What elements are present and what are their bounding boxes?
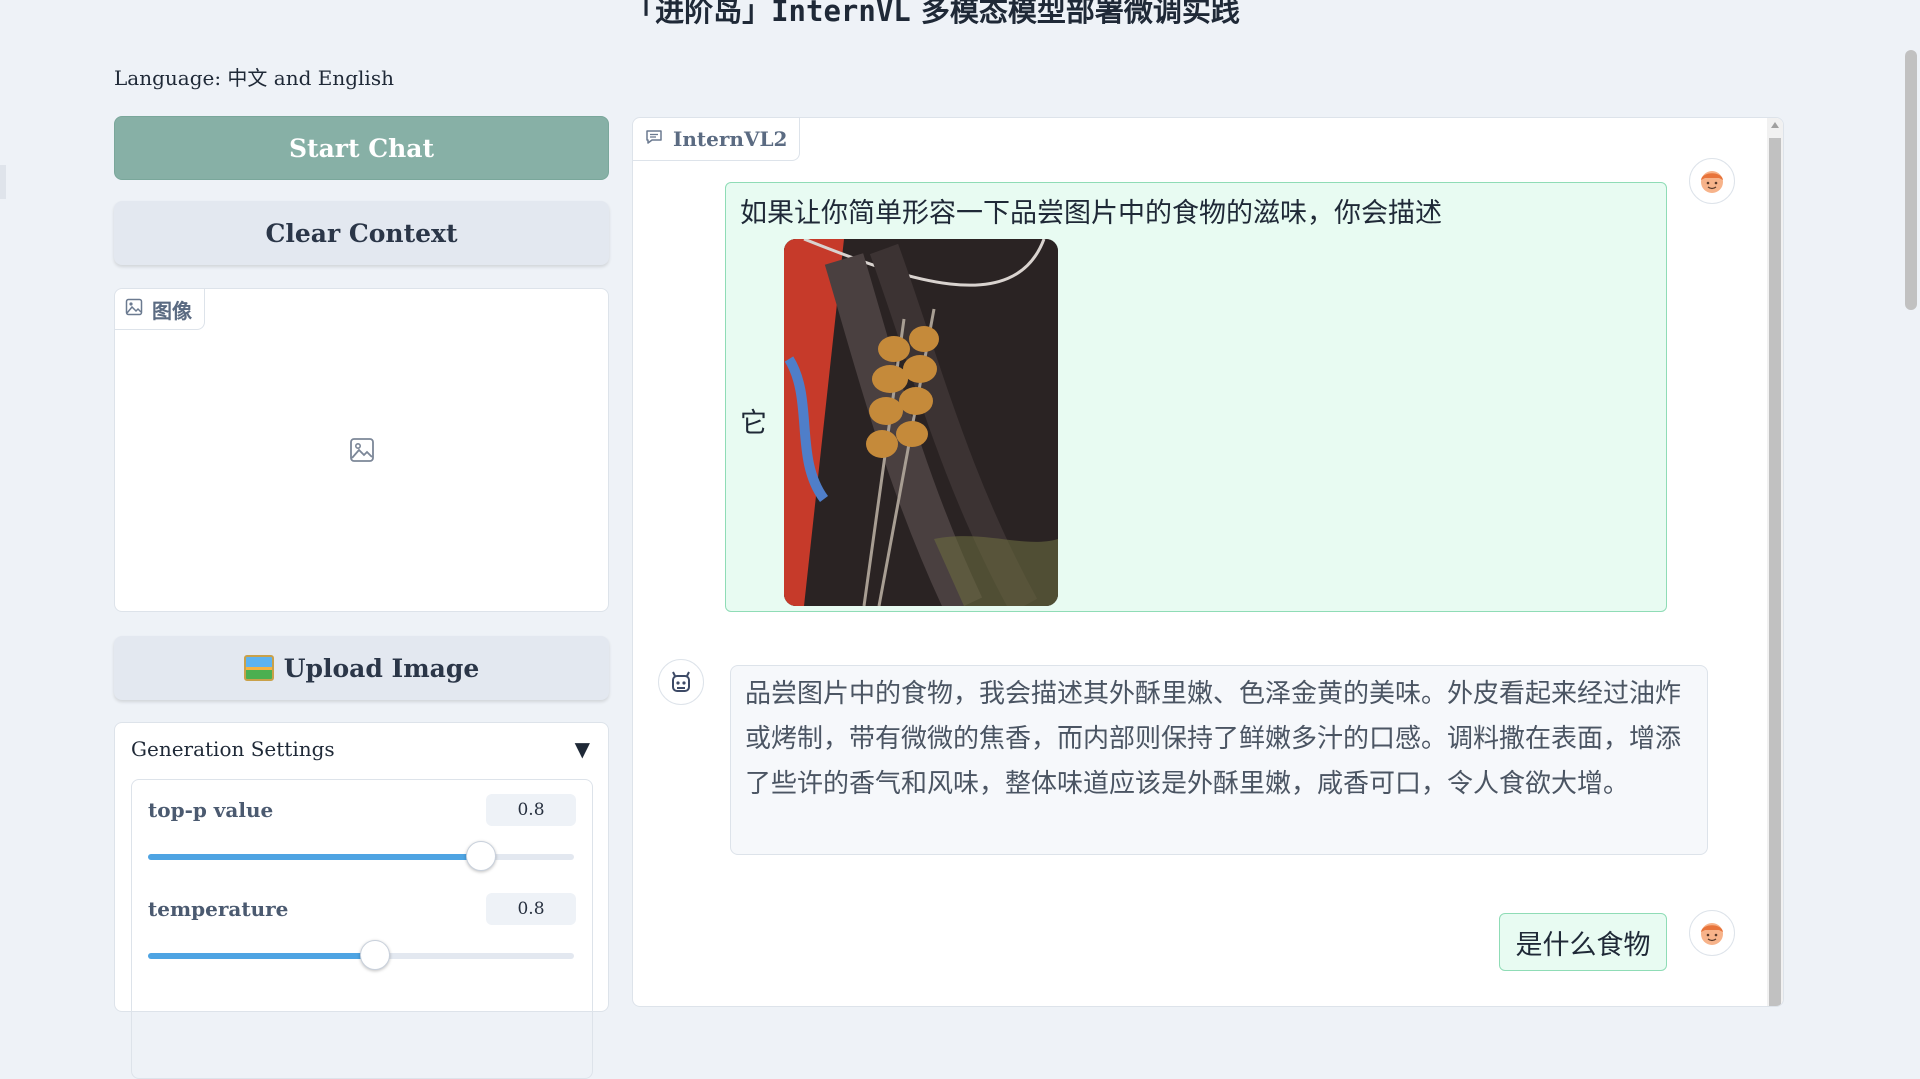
user-avatar	[1689, 158, 1735, 204]
picture-emoji-icon	[243, 655, 274, 681]
settings-sliders-box: top-p value 0.8 temperature 0.8	[131, 779, 593, 1079]
page-scrollbar[interactable]	[1902, 50, 1920, 990]
clear-context-button[interactable]: Clear Context	[114, 201, 609, 265]
left-edge-notch	[0, 165, 6, 199]
image-icon	[125, 297, 143, 321]
temperature-slider-thumb[interactable]	[359, 940, 390, 970]
temperature-label: temperature	[148, 897, 289, 921]
user-message-text: 如果让你简单形容一下品尝图片中的食物的滋味，你会描述	[740, 198, 1442, 229]
temperature-slider-fill	[148, 953, 374, 959]
start-chat-button[interactable]: Start Chat	[114, 116, 609, 180]
chat-scrollbar-thumb[interactable]	[1769, 138, 1781, 1006]
temperature-value-input[interactable]: 0.8	[486, 893, 576, 925]
food-skewer-photo[interactable]	[784, 239, 1058, 606]
bot-message: 品尝图片中的食物，我会描述其外酥里嫩、色泽金黄的美味。外皮看起来经过油炸或烤制，…	[730, 665, 1708, 855]
bot-avatar	[658, 659, 704, 705]
chat-panel: InternVL2 如果让你简单形容一下品尝图片中的食物的滋味，你会描述 它 品…	[632, 117, 1784, 1007]
generation-settings-panel: Generation Settings ▼ top-p value 0.8 te…	[114, 722, 609, 1079]
user-message-text-cont: 它	[740, 408, 767, 439]
chat-bubble-icon	[645, 127, 663, 151]
temperature-slider[interactable]	[148, 940, 574, 970]
user-avatar	[1689, 910, 1735, 956]
user-message-text: 是什么食物	[1515, 929, 1651, 961]
scroll-up-arrow-icon[interactable]	[1771, 122, 1779, 128]
image-panel-tab: 图像	[115, 289, 205, 330]
chat-scrollbar[interactable]	[1767, 118, 1783, 1006]
generation-settings-title[interactable]: Generation Settings	[131, 737, 335, 761]
chat-tab-label: InternVL2	[673, 127, 788, 151]
collapse-caret-icon[interactable]: ▼	[575, 737, 590, 761]
top-p-label: top-p value	[148, 798, 274, 822]
page-title: 「进阶岛」InternVL 多模态模型部署微调实践	[626, 0, 1240, 28]
image-placeholder-icon	[349, 437, 375, 467]
user-message: 如果让你简单形容一下品尝图片中的食物的滋味，你会描述 它	[725, 182, 1667, 612]
top-p-slider-fill	[148, 854, 481, 860]
image-panel-label: 图像	[152, 298, 192, 323]
image-upload-panel[interactable]: 图像	[114, 288, 609, 612]
upload-image-button[interactable]: Upload Image	[114, 636, 609, 700]
page-scrollbar-thumb[interactable]	[1905, 50, 1917, 310]
top-p-slider[interactable]	[148, 841, 574, 871]
language-line: Language: 中文 and English	[114, 66, 394, 90]
top-p-slider-thumb[interactable]	[466, 841, 497, 871]
top-p-value-input[interactable]: 0.8	[486, 794, 576, 826]
chat-tab: InternVL2	[633, 118, 801, 161]
user-message: 是什么食物	[1499, 913, 1667, 971]
